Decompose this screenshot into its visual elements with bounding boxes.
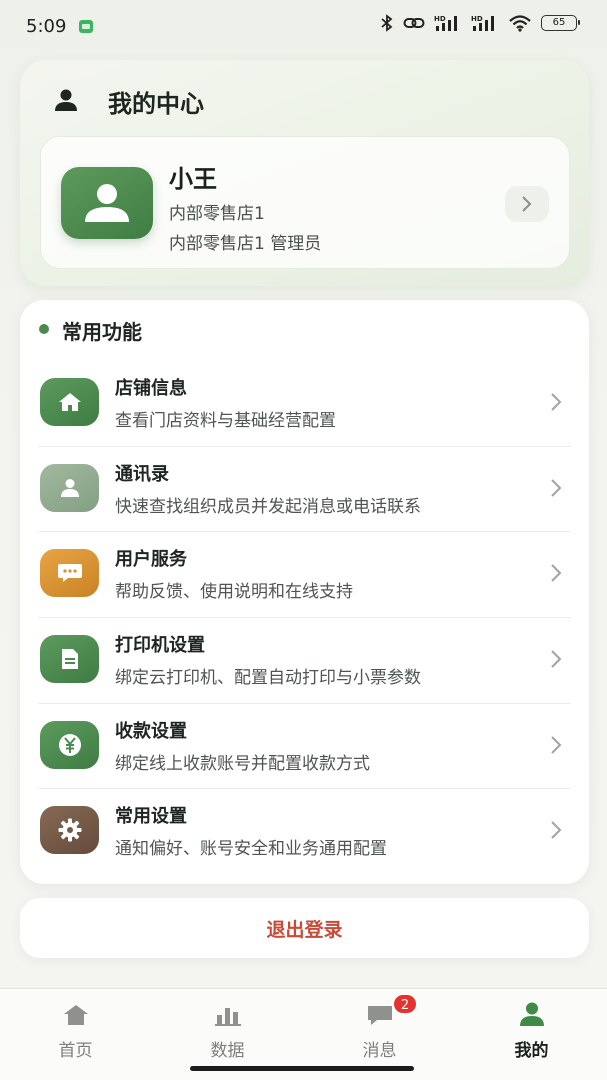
avatar-user-icon xyxy=(85,184,129,222)
chevron-right-icon xyxy=(551,564,562,583)
profile-detail-button[interactable] xyxy=(505,186,549,222)
nav-label: 我的 xyxy=(514,1041,549,1061)
svg-text:HD: HD xyxy=(434,15,446,23)
function-item-printer-settings[interactable]: 打印机设置 绑定云打印机、配置自动打印与小票参数 xyxy=(20,617,589,703)
nav-label: 数据 xyxy=(210,1041,245,1061)
nav-tab-data[interactable]: 数据 xyxy=(152,989,303,1069)
function-desc: 快速查找组织成员并发起消息或电话联系 xyxy=(115,496,421,517)
common-settings-icon-box xyxy=(40,806,99,855)
function-desc: 绑定线上收款账号并配置收款方式 xyxy=(115,753,370,774)
home-indicator[interactable] xyxy=(190,1066,414,1071)
function-title: 收款设置 xyxy=(115,720,187,742)
user-icon xyxy=(55,89,77,111)
function-item-contacts[interactable]: 通讯录 快速查找组织成员并发起消息或电话联系 xyxy=(20,445,589,532)
status-bar: 5:09 HD HD 65 xyxy=(0,0,607,52)
message-badge: 2 xyxy=(392,993,418,1015)
chevron-right-icon xyxy=(522,196,532,212)
message-icon xyxy=(365,1001,395,1027)
function-title: 常用设置 xyxy=(115,806,187,828)
function-desc: 查看门店资料与基础经营配置 xyxy=(115,411,336,431)
user-icon xyxy=(517,1001,547,1027)
contact-icon xyxy=(60,478,79,497)
function-desc: 帮助反馈、使用说明和在线支持 xyxy=(115,582,353,603)
chat-bubble-icon xyxy=(57,564,82,583)
nav-tab-mine[interactable]: 我的 xyxy=(456,989,607,1069)
nav-tab-messages[interactable]: 2 消息 xyxy=(304,989,455,1069)
avatar xyxy=(61,167,153,239)
bar-chart-icon xyxy=(213,1001,243,1027)
yuan-icon xyxy=(58,733,81,756)
function-desc: 通知偏好、账号安全和业务通用配置 xyxy=(115,839,387,860)
function-item-user-service[interactable]: 用户服务 帮助反馈、使用说明和在线支持 xyxy=(20,531,589,617)
common-functions-card: 常用功能 店铺信息 查看门店资料与基础经营配置 通讯录 快速查找组织成员并发起消… xyxy=(20,300,589,884)
function-title: 打印机设置 xyxy=(115,635,205,657)
logout-button[interactable]: 退出登录 xyxy=(20,898,589,958)
contacts-icon-box xyxy=(40,463,99,512)
svg-text:HD: HD xyxy=(471,15,483,23)
printer-settings-icon-box xyxy=(40,635,99,684)
chevron-right-icon xyxy=(551,478,562,497)
nav-label: 消息 xyxy=(362,1041,397,1061)
user-service-icon-box xyxy=(40,549,99,598)
battery-icon: 65 xyxy=(541,15,580,31)
user-role: 内部零售店1 管理员 xyxy=(169,234,322,254)
chevron-right-icon xyxy=(551,393,562,411)
section-dot xyxy=(39,324,49,334)
my-center-header-card: 我的中心 小王 内部零售店1 内部零售店1 管理员 xyxy=(20,60,589,286)
document-icon xyxy=(61,649,78,670)
header-user-icon-box xyxy=(40,78,92,122)
gear-icon xyxy=(58,818,81,842)
page-title: 我的中心 xyxy=(108,90,204,118)
chevron-right-icon xyxy=(551,736,562,754)
function-item-store-info[interactable]: 店铺信息 查看门店资料与基础经营配置 xyxy=(20,360,589,446)
signal-hd-icon: HD xyxy=(434,15,457,31)
chevron-right-icon xyxy=(551,821,562,840)
bluetooth-icon xyxy=(381,14,393,32)
user-name: 小王 xyxy=(169,165,217,193)
function-title: 用户服务 xyxy=(115,549,187,571)
signal-hd-icon-2: HD xyxy=(471,15,494,31)
function-item-common-settings[interactable]: 常用设置 通知偏好、账号安全和业务通用配置 xyxy=(20,788,589,874)
nav-tab-home[interactable]: 首页 xyxy=(0,989,151,1069)
function-title: 通讯录 xyxy=(115,463,169,485)
payment-settings-icon-box xyxy=(40,720,99,769)
status-icons: HD HD 65 xyxy=(380,14,580,32)
wifi-icon xyxy=(509,15,531,32)
profile-card[interactable]: 小王 内部零售店1 内部零售店1 管理员 xyxy=(40,136,570,269)
store-info-icon-box xyxy=(40,378,99,426)
link-icon xyxy=(403,18,425,28)
home-icon xyxy=(58,393,81,411)
function-item-payment-settings[interactable]: 收款设置 绑定线上收款账号并配置收款方式 xyxy=(20,702,589,789)
nav-label: 首页 xyxy=(58,1041,93,1061)
function-desc: 绑定云打印机、配置自动打印与小票参数 xyxy=(115,668,421,689)
user-store: 内部零售店1 xyxy=(169,204,265,224)
chevron-right-icon xyxy=(551,650,562,668)
function-title: 店铺信息 xyxy=(115,378,187,399)
app-notification-icon xyxy=(79,20,93,33)
home-icon xyxy=(61,1001,91,1027)
function-list: 店铺信息 查看门店资料与基础经营配置 通讯录 快速查找组织成员并发起消息或电话联… xyxy=(20,360,589,874)
status-time: 5:09 xyxy=(26,16,67,37)
section-title: 常用功能 xyxy=(62,320,142,344)
